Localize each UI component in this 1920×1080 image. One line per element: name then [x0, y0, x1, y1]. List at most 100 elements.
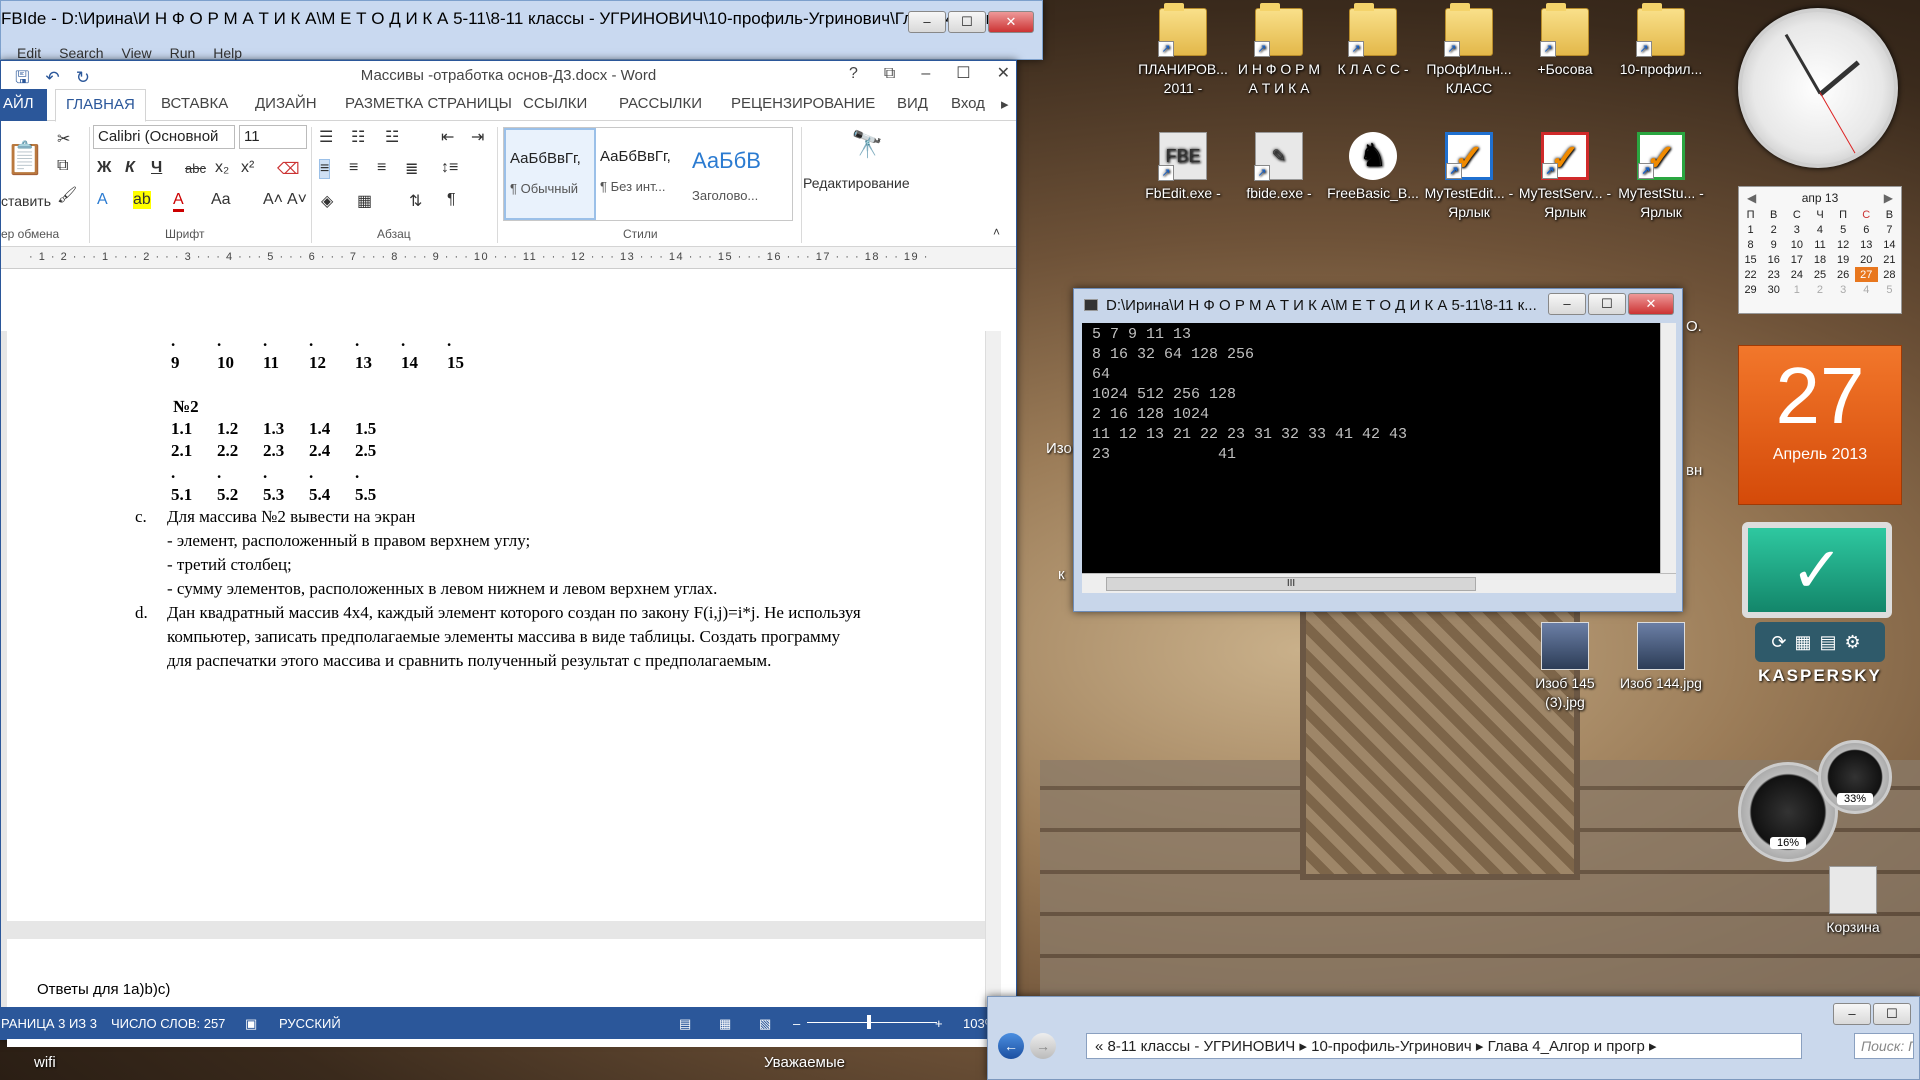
cut-icon[interactable]: ✂: [57, 129, 70, 149]
language[interactable]: РУССКИЙ: [279, 1016, 341, 1031]
calendar-day[interactable]: 4: [1808, 222, 1831, 237]
change-case-icon[interactable]: Aa: [211, 191, 231, 209]
tabs-scroll-icon[interactable]: ▸: [1001, 95, 1009, 113]
fbide-window[interactable]: FBIde - D:\Ирина\И Н Ф О Р М А Т И К А\М…: [0, 0, 1043, 61]
copy-icon[interactable]: ⧉: [57, 157, 68, 175]
date-gadget[interactable]: 27 Апрель 2013: [1738, 345, 1902, 505]
desktop-icon[interactable]: ✓ MyTestStu... - Ярлык: [1614, 132, 1708, 222]
align-left-icon[interactable]: ≡: [319, 159, 331, 179]
calendar-day[interactable]: 25: [1808, 267, 1831, 282]
word-count[interactable]: ЧИСЛО СЛОВ: 257: [111, 1016, 225, 1031]
calendar-day[interactable]: 3: [1785, 222, 1808, 237]
calendar-day[interactable]: 1: [1785, 282, 1808, 297]
calendar-day[interactable]: 22: [1739, 267, 1762, 282]
style-item[interactable]: АаБбВвГг, ¶ Без инт...: [596, 128, 688, 220]
format-painter-icon[interactable]: 🖌: [57, 185, 77, 205]
explorer-minimize-button[interactable]: –: [1833, 1003, 1871, 1025]
fbide-menu-item[interactable]: Edit: [17, 45, 41, 61]
desktop-icon[interactable]: ✓ MyTestServ... - Ярлык: [1518, 132, 1612, 222]
align-right-icon[interactable]: ≡: [377, 159, 386, 177]
forward-icon[interactable]: →: [1030, 1033, 1056, 1059]
document-scrollbar[interactable]: [985, 331, 1001, 1007]
font-size-select[interactable]: 11: [239, 125, 307, 149]
calendar-day[interactable]: 20: [1855, 252, 1878, 267]
desktop-icon[interactable]: FBE FbEdit.exe -: [1136, 132, 1230, 203]
fbide-menu-item[interactable]: Search: [59, 45, 103, 61]
decrease-indent-icon[interactable]: ⇤: [441, 127, 454, 147]
calendar-day[interactable]: 7: [1878, 222, 1901, 237]
italic-button[interactable]: К: [125, 159, 135, 177]
close-button[interactable]: ✕: [997, 65, 1010, 82]
ribbon-tab[interactable]: РЕЦЕНЗИРОВАНИЕ: [731, 95, 875, 112]
ribbon-tab[interactable]: РАССЫЛКИ: [619, 95, 702, 112]
find-icon[interactable]: 🔭: [851, 129, 883, 160]
calendar-day[interactable]: 6: [1855, 222, 1878, 237]
calendar-day[interactable]: 1: [1739, 222, 1762, 237]
ribbon-tab[interactable]: ВИД: [897, 95, 928, 112]
uvazhaemye-label[interactable]: Уважаемые: [764, 1054, 845, 1071]
superscript-button[interactable]: x²: [241, 159, 254, 177]
paste-icon[interactable]: 📋: [5, 139, 45, 177]
calendar-day[interactable]: 10: [1785, 237, 1808, 252]
style-item[interactable]: АаБбВвГг, ¶ Обычный: [504, 128, 596, 220]
strikethrough-button[interactable]: abc: [185, 161, 206, 176]
font-color-icon[interactable]: A: [173, 191, 184, 212]
desktop-icon[interactable]: Изоб 144.jpg: [1614, 622, 1708, 693]
calendar-day[interactable]: 9: [1762, 237, 1785, 252]
document-area[interactable]: ....... 9 10 11 12 13 14 15 №2 1.1 1.2 1.3 1.4 1.5 2.1…: [1, 331, 1001, 1047]
calendar-day[interactable]: 18: [1808, 252, 1831, 267]
console-vscrollbar[interactable]: [1660, 323, 1676, 573]
multilevel-list-icon[interactable]: ☳: [385, 127, 399, 147]
text-effects-icon[interactable]: A: [97, 191, 108, 209]
bullets-icon[interactable]: ☰: [319, 127, 333, 147]
desktop-icon[interactable]: ♞ FreeBasic_B...: [1326, 132, 1420, 203]
desktop-icon[interactable]: ✓ MyTestEdit... - Ярлык: [1422, 132, 1516, 222]
calendar-day[interactable]: 19: [1832, 252, 1855, 267]
calendar-day[interactable]: 14: [1878, 237, 1901, 252]
calendar-day[interactable]: 21: [1878, 252, 1901, 267]
console-output[interactable]: 5 7 9 11 13 8 16 32 64 128 256 64 1024 512 …: [1082, 323, 1660, 573]
maximize-button[interactable]: ☐: [956, 65, 970, 82]
line-spacing-icon[interactable]: ↕≡: [441, 159, 458, 177]
next-month-icon[interactable]: ▶: [1884, 191, 1893, 205]
underline-button[interactable]: Ч: [151, 159, 162, 177]
numbering-icon[interactable]: ☷: [351, 127, 365, 147]
document-page[interactable]: ....... 9 10 11 12 13 14 15 №2 1.1 1.2 1.3 1.4 1.5 2.1…: [7, 331, 997, 921]
desktop-icon[interactable]: ПЛАНИРОВ... 2011 -: [1136, 3, 1230, 98]
calendar-day[interactable]: 12: [1832, 237, 1855, 252]
clear-format-icon[interactable]: ⌫: [277, 159, 300, 179]
fbide-menu-item[interactable]: Help: [213, 45, 242, 61]
calendar-day[interactable]: 15: [1739, 252, 1762, 267]
desktop-icon[interactable]: ПрОфИльн... КЛАСС: [1422, 3, 1516, 98]
console-window[interactable]: D:\Ирина\И Н Ф О Р М А Т И К А\М Е Т О Д…: [1073, 288, 1683, 612]
ruler[interactable]: · 1 · 2 · · · 1 · · · 2 · · · 3 · · · 4 …: [1, 247, 1016, 269]
calendar-day[interactable]: 23: [1762, 267, 1785, 282]
fbide-minimize-button[interactable]: –: [908, 11, 946, 33]
word-window[interactable]: 🖫 ↶ ↻ Массивы -отработка основ-Д3.docx - W…: [0, 60, 1018, 1047]
wifi-label[interactable]: wifi: [34, 1054, 56, 1071]
zoom-in-icon[interactable]: +: [935, 1016, 943, 1031]
subscript-button[interactable]: x₂: [215, 159, 229, 177]
memory-meter[interactable]: 33%: [1818, 740, 1892, 814]
back-icon[interactable]: ←: [998, 1033, 1024, 1059]
web-layout-icon[interactable]: ▧: [759, 1016, 771, 1032]
calendar-gadget[interactable]: ◀ апр 13 ▶ П В С Ч П С В 1 2 3 4 5 6 7 8 9 10 11 12 13 14 15 1…: [1738, 186, 1902, 314]
help-icon[interactable]: ?: [849, 65, 858, 82]
desktop-icon[interactable]: +Босова: [1518, 3, 1612, 79]
sort-icon[interactable]: ⇅: [409, 191, 422, 211]
search-input[interactable]: Поиск: Гл: [1854, 1033, 1914, 1059]
address-bar[interactable]: « 8-11 классы - УГРИНОВИЧ ▸ 10-профиль-У…: [1086, 1033, 1802, 1059]
kaspersky-gadget[interactable]: ✓ ⟳▦▤⚙ KASPERSKY: [1742, 522, 1898, 722]
calendar-day[interactable]: 5: [1832, 222, 1855, 237]
proofing-icon[interactable]: ▣: [245, 1016, 257, 1032]
calendar-day[interactable]: 4: [1855, 282, 1878, 297]
show-marks-icon[interactable]: ¶: [447, 191, 456, 209]
zoom-out-icon[interactable]: –: [793, 1016, 800, 1031]
explorer-window[interactable]: – ☐ ← → « 8-11 классы - УГРИНОВИЧ ▸ 10-про…: [987, 996, 1920, 1080]
print-layout-icon[interactable]: ▦: [719, 1016, 731, 1032]
ribbon-display-icon[interactable]: ⧉: [884, 65, 895, 82]
collapse-ribbon-icon[interactable]: ˄: [993, 225, 1000, 239]
grow-font-icon[interactable]: A˄: [263, 191, 283, 209]
desktop-icon[interactable]: К Л А С С -: [1326, 3, 1420, 79]
ribbon-tab[interactable]: ССЫЛКИ: [523, 95, 587, 112]
